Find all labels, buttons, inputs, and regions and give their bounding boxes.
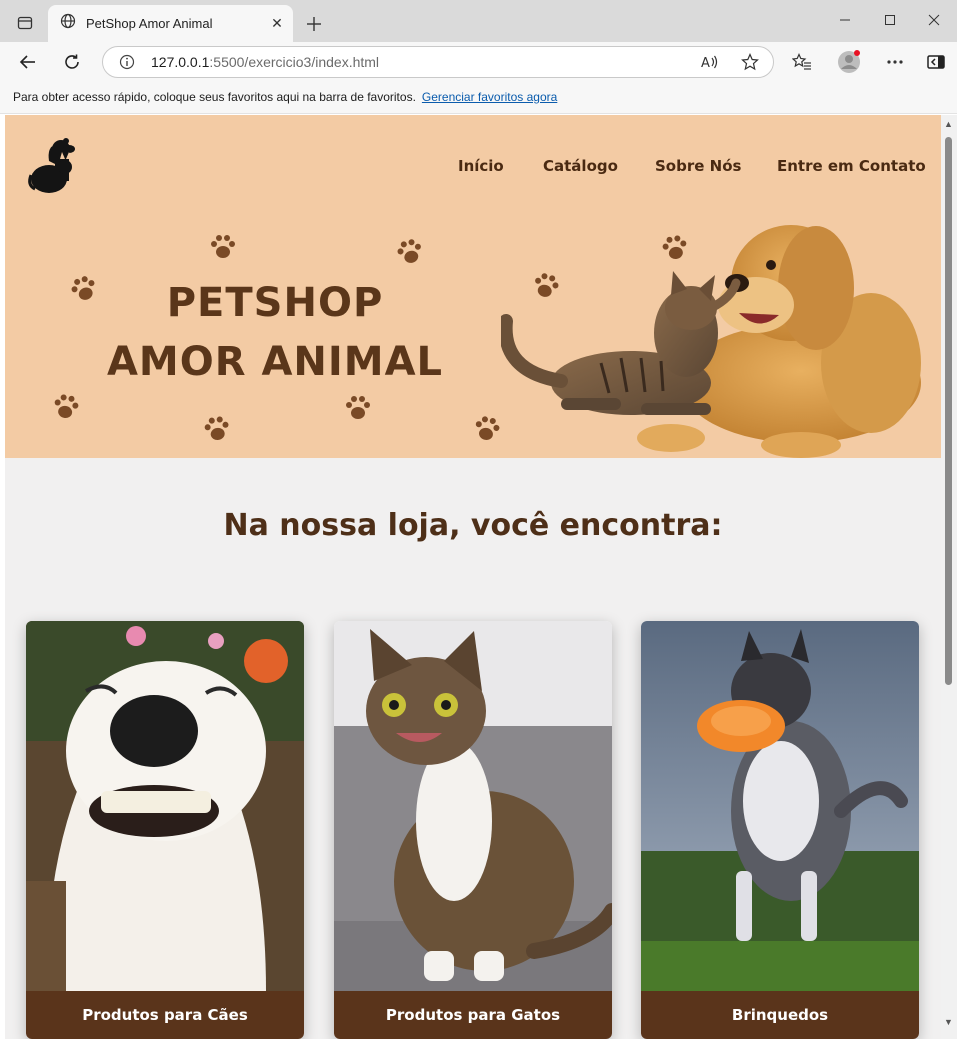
svg-text:A: A	[701, 56, 710, 70]
scroll-up-icon[interactable]: ▲	[944, 119, 953, 129]
smiling-cat-image	[334, 621, 612, 991]
paw-print-icon	[346, 396, 370, 419]
cat-and-dog-image	[501, 225, 921, 458]
page-viewport: Início Catálogo Sobre Nós Entre em Conta…	[5, 115, 941, 1039]
scrollbar-thumb[interactable]	[945, 137, 952, 685]
active-tab[interactable]: PetShop Amor Animal ✕	[48, 5, 293, 42]
tab-strip: PetShop Amor Animal ✕	[0, 0, 957, 44]
sidebar-icon[interactable]	[920, 46, 952, 78]
paw-print-icon	[211, 235, 235, 258]
address-bar[interactable]: 127.0.0.1:5500/exercicio3/index.html A	[102, 46, 774, 78]
nav-sobre-nos[interactable]: Sobre Nós	[655, 157, 741, 175]
smiling-dog-image	[26, 621, 304, 991]
info-icon[interactable]	[119, 54, 135, 75]
url-text[interactable]: 127.0.0.1:5500/exercicio3/index.html	[151, 54, 379, 70]
card-dog-products[interactable]: Produtos para Cães	[26, 621, 304, 1039]
minimize-icon[interactable]	[822, 4, 868, 36]
card-toys[interactable]: Brinquedos	[641, 621, 919, 1039]
hero-title-line2: AMOR ANIMAL	[106, 339, 444, 385]
favorites-message: Para obter acesso rápido, coloque seus f…	[13, 90, 416, 104]
petshop-logo-icon[interactable]	[25, 135, 79, 195]
manage-favorites-link[interactable]: Gerenciar favoritos agora	[422, 90, 557, 104]
globe-icon	[60, 13, 76, 34]
more-icon[interactable]	[879, 46, 911, 78]
url-path: :5500/exercicio3/index.html	[209, 54, 380, 70]
paw-print-icon	[475, 416, 500, 440]
card-label: Brinquedos	[641, 991, 919, 1039]
nav-entre-em-contato[interactable]: Entre em Contato	[777, 157, 926, 175]
browser-toolbar: 127.0.0.1:5500/exercicio3/index.html A	[0, 42, 957, 82]
tab-actions-icon[interactable]	[10, 10, 40, 36]
paw-print-icon	[54, 394, 79, 418]
maximize-icon[interactable]	[867, 4, 913, 36]
profile-avatar-icon[interactable]	[833, 46, 865, 78]
favorites-list-icon[interactable]	[786, 46, 818, 78]
tab-title: PetShop Amor Animal	[86, 16, 213, 31]
dog-with-frisbee-image	[641, 621, 919, 991]
card-label: Produtos para Cães	[26, 991, 304, 1039]
star-icon[interactable]	[741, 53, 759, 76]
back-arrow-icon[interactable]	[12, 46, 44, 78]
refresh-icon[interactable]	[56, 46, 88, 78]
page-scrollbar[interactable]: ▲ ▼	[941, 115, 957, 1039]
window-close-icon[interactable]	[911, 4, 957, 36]
close-icon[interactable]: ✕	[265, 12, 289, 36]
paw-print-icon	[397, 239, 421, 263]
url-host: 127.0.0.1	[151, 54, 210, 70]
read-aloud-icon[interactable]: A	[701, 54, 719, 73]
card-cat-products[interactable]: Produtos para Gatos	[334, 621, 612, 1039]
section-title: Na nossa loja, você encontra:	[223, 508, 723, 543]
hero-banner: Início Catálogo Sobre Nós Entre em Conta…	[5, 115, 941, 458]
browser-window: PetShop Amor Animal ✕ 127.0.0.1:5500/exe…	[0, 0, 957, 1039]
favorites-bar: Para obter acesso rápido, coloque seus f…	[0, 82, 957, 114]
card-label: Produtos para Gatos	[334, 991, 612, 1039]
scroll-down-icon[interactable]: ▼	[944, 1017, 953, 1027]
paw-print-icon	[204, 416, 229, 440]
plus-icon[interactable]	[300, 10, 328, 38]
nav-inicio[interactable]: Início	[458, 157, 504, 175]
nav-catalogo[interactable]: Catálogo	[543, 157, 618, 175]
